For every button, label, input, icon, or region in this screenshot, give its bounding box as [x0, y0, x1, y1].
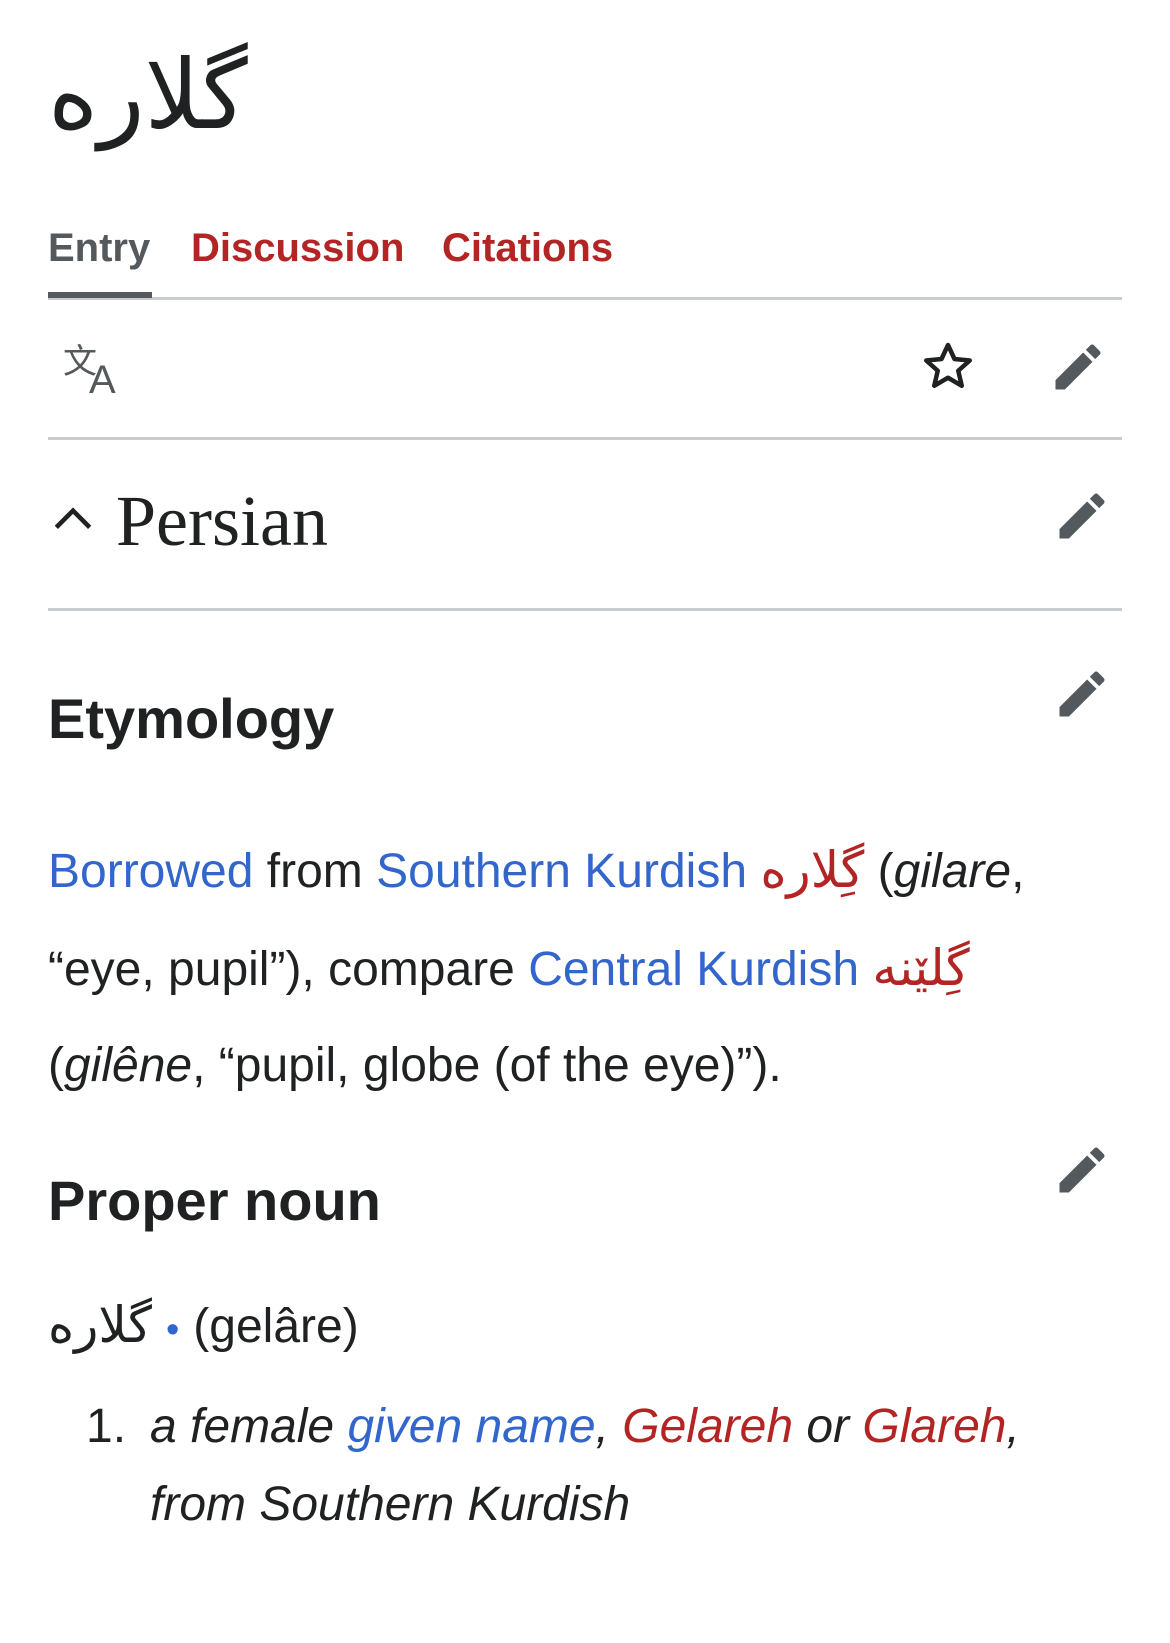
link-word-gilare[interactable]: گِلاره: [760, 841, 864, 899]
translit-gilene: gilêne: [63, 1039, 193, 1092]
text-paren: (: [864, 845, 894, 898]
edit-pencil-icon[interactable]: [1052, 664, 1122, 734]
link-borrowed[interactable]: Borrowed: [48, 845, 253, 898]
edit-pencil-icon[interactable]: [1052, 1140, 1122, 1210]
tab-entry[interactable]: Entry: [48, 220, 152, 298]
page-tabs: Entry Discussion Citations: [48, 205, 1122, 300]
def-or: or: [793, 1400, 863, 1453]
text-paren: (: [48, 1039, 64, 1092]
link-word-gilene[interactable]: گِلێنە: [872, 939, 969, 997]
link-given-name[interactable]: given name: [347, 1400, 595, 1453]
language-icon[interactable]: 文 A: [53, 327, 133, 407]
headword-line: گلاره • (gelâre): [48, 1290, 359, 1365]
link-southern-kurdish[interactable]: Southern Kurdish: [376, 845, 747, 898]
separator-dot: •: [165, 1309, 180, 1351]
definition-number: 1.: [86, 1400, 127, 1453]
edit-pencil-icon[interactable]: [1052, 486, 1122, 556]
etymology-paragraph: Borrowed from Southern Kurdish گِلاره (g…: [48, 822, 1122, 1114]
headword: گلاره: [48, 1296, 152, 1354]
section-title-persian: Persian: [116, 481, 328, 561]
section-header-persian[interactable]: Persian: [48, 440, 1122, 611]
link-central-kurdish[interactable]: Central Kurdish: [528, 943, 859, 996]
proper-noun-heading: Proper noun: [48, 1169, 381, 1232]
def-comma: ,: [595, 1400, 623, 1453]
translit-gilare: gilare: [893, 845, 1012, 898]
headword-transliteration: (gelâre): [193, 1300, 359, 1353]
link-glareh[interactable]: Glareh: [862, 1400, 1006, 1453]
text-from: from: [253, 845, 377, 898]
gloss-pupil-globe: , “pupil, globe (of the eye)”).: [192, 1039, 782, 1092]
tab-citations[interactable]: Citations: [442, 220, 613, 290]
link-gelareh[interactable]: Gelareh: [622, 1400, 793, 1453]
etymology-heading: Etymology: [48, 687, 335, 750]
def-prefix: a female: [150, 1400, 348, 1453]
tab-discussion[interactable]: Discussion: [191, 220, 404, 290]
definition-text: a female given name, Gelareh or Glareh, …: [150, 1388, 1110, 1544]
chevron-up-icon[interactable]: [48, 494, 98, 544]
page-title: گلاره: [48, 39, 248, 151]
star-icon[interactable]: [908, 327, 988, 407]
edit-pencil-icon[interactable]: [1038, 327, 1118, 407]
page-toolbar: 文 A: [48, 297, 1122, 440]
svg-text:A: A: [89, 358, 116, 395]
